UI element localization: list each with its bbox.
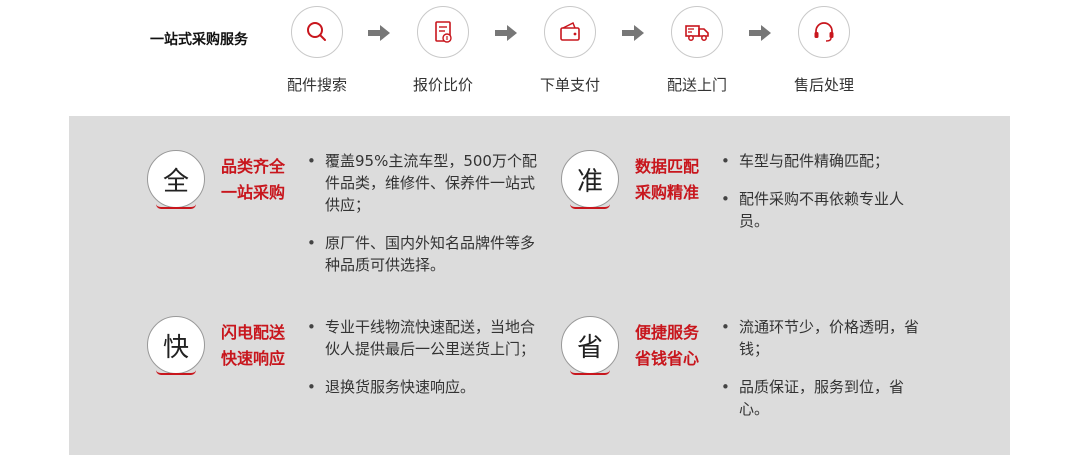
feature-title: 品类齐全 一站采购 (221, 157, 286, 202)
feature-title: 闪电配送 快速响应 (221, 323, 286, 368)
step-label: 配送上门 (666, 76, 727, 94)
feature-bullets: 流通环节少，价格透明，省钱； 品质保证，服务到位，省心。 (719, 316, 929, 436)
step-label: 报价比价 (412, 76, 473, 94)
right-arrow-icon (749, 25, 771, 41)
wallet-icon (544, 6, 596, 58)
feature-complete: 全 品类齐全 一站采购 覆盖95%主流车型，500万个配件品类，维修件、保养件一… (147, 150, 547, 290)
feature-bullets: 车型与配件精确匹配； 配件采购不再依赖专业人员。 (719, 150, 929, 248)
list-item: 品质保证，服务到位，省心。 (719, 376, 929, 420)
delivery-truck-icon (671, 6, 723, 58)
step-delivery[interactable]: 配送上门 (657, 6, 737, 95)
list-item: 车型与配件精确匹配； (719, 150, 929, 172)
list-item: 专业干线物流快速配送，当地合伙人提供最后一公里送货上门； (305, 316, 545, 360)
step-order-pay[interactable]: 下单支付 (530, 6, 610, 95)
feature-title: 便捷服务 省钱省心 (635, 323, 700, 368)
feature-char: 省 (561, 316, 619, 375)
step-after-sales[interactable]: 售后处理 (784, 6, 864, 95)
list-item: 原厂件、国内外知名品牌件等多种品质可供选择。 (305, 232, 545, 276)
list-item: 覆盖95%主流车型，500万个配件品类，维修件、保养件一站式供应； (305, 150, 545, 216)
step-quote-compare[interactable]: 报价比价 (403, 6, 483, 95)
step-label: 下单支付 (539, 76, 600, 94)
right-arrow-icon (368, 25, 390, 41)
right-arrow-icon (622, 25, 644, 41)
flow-title: 一站式采购服务 (150, 32, 248, 48)
feature-fast: 快 闪电配送 快速响应 专业干线物流快速配送，当地合伙人提供最后一公里送货上门；… (147, 316, 547, 446)
feature-char: 准 (561, 150, 619, 209)
search-icon (291, 6, 343, 58)
feature-bullets: 覆盖95%主流车型，500万个配件品类，维修件、保养件一站式供应； 原厂件、国内… (305, 150, 545, 292)
headset-icon (798, 6, 850, 58)
list-item: 流通环节少，价格透明，省钱； (719, 316, 929, 360)
list-item: 配件采购不再依赖专业人员。 (719, 188, 929, 232)
step-label: 售后处理 (793, 76, 854, 94)
feature-char: 快 (147, 316, 205, 375)
list-item: 退换货服务快速响应。 (305, 376, 545, 398)
features-panel: 全 品类齐全 一站采购 覆盖95%主流车型，500万个配件品类，维修件、保养件一… (69, 116, 1010, 455)
feature-bullets: 专业干线物流快速配送，当地合伙人提供最后一公里送货上门； 退换货服务快速响应。 (305, 316, 545, 414)
step-label: 配件搜索 (286, 76, 347, 94)
step-parts-search[interactable]: 配件搜索 (277, 6, 357, 95)
quote-document-icon (417, 6, 469, 58)
feature-title: 数据匹配 采购精准 (635, 157, 700, 202)
right-arrow-icon (495, 25, 517, 41)
feature-save: 省 便捷服务 省钱省心 流通环节少，价格透明，省钱； 品质保证，服务到位，省心。 (561, 316, 961, 446)
feature-char: 全 (147, 150, 205, 209)
feature-accurate: 准 数据匹配 采购精准 车型与配件精确匹配； 配件采购不再依赖专业人员。 (561, 150, 961, 290)
